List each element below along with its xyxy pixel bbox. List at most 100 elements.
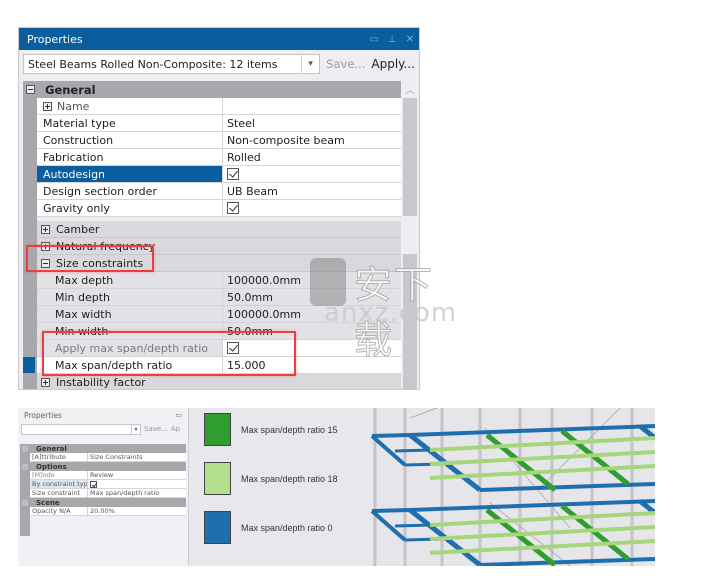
- property-value[interactable]: Size Constraints: [88, 453, 186, 461]
- legend-swatch-green: [204, 413, 231, 446]
- selection-combo-value: Steel Beams Rolled Non-Composite: 12 ite…: [28, 57, 278, 71]
- property-row[interactable]: Gravity only: [37, 200, 401, 217]
- mini-category-general[interactable]: ⊟ General: [20, 444, 186, 453]
- property-key: By constraint type: [30, 480, 88, 488]
- apply-max-span-depth-checkbox[interactable]: [227, 342, 239, 354]
- group-instability-factor[interactable]: Instability factor: [37, 374, 401, 389]
- mini-selection-combo[interactable]: ▾: [21, 423, 141, 435]
- color-legend: Max span/depth ratio 15 Max span/depth r…: [189, 408, 370, 566]
- 3d-model-viewport[interactable]: [370, 408, 655, 566]
- property-key: Max span/depth ratio: [37, 357, 223, 373]
- property-row[interactable]: Max depth 100000.0mm: [37, 272, 401, 289]
- mini-category-scene[interactable]: ⊟ Scene: [20, 498, 186, 507]
- restore-icon[interactable]: ▭: [365, 34, 383, 45]
- legend-item: Max span/depth ratio 18: [204, 462, 338, 495]
- gravity-only-checkbox[interactable]: [227, 202, 239, 214]
- property-value[interactable]: Max span/depth ratio: [88, 489, 186, 497]
- property-value[interactable]: Non-composite beam: [223, 132, 401, 148]
- property-key: Min width: [37, 323, 223, 339]
- light-green-joist: [429, 525, 655, 541]
- group-label: Size constraints: [56, 256, 144, 270]
- property-value[interactable]: 50.0mm: [223, 289, 401, 305]
- property-row[interactable]: Max width 100000.0mm: [37, 306, 401, 323]
- save-button[interactable]: Save...: [326, 57, 365, 71]
- scrollbar-thumb[interactable]: [403, 98, 417, 216]
- property-row[interactable]: Fabrication Rolled: [37, 149, 401, 166]
- legend-swatch-blue: [204, 511, 231, 544]
- expand-icon[interactable]: [41, 224, 50, 234]
- chevron-down-icon[interactable]: ▾: [131, 424, 140, 434]
- property-value[interactable]: 100000.0mm: [223, 272, 401, 288]
- category-general[interactable]: General: [23, 81, 401, 98]
- group-name[interactable]: Name: [37, 98, 401, 115]
- mini-property-row[interactable]: Opacity N/A 20.00%: [30, 507, 186, 516]
- expand-icon[interactable]: [41, 241, 50, 251]
- collapse-icon[interactable]: ⊟: [20, 445, 30, 453]
- blue-beam: [394, 523, 431, 528]
- by-constraint-type-checkbox[interactable]: [90, 480, 97, 488]
- floor-beams: [370, 424, 655, 566]
- mini-property-row[interactable]: [A]ttribute Size Constraints: [30, 453, 186, 462]
- vertical-scrollbar[interactable]: ︿: [401, 81, 419, 389]
- properties-toolbar: Steel Beams Rolled Non-Composite: 12 ite…: [19, 50, 419, 78]
- collapse-icon[interactable]: [41, 258, 50, 268]
- property-key: Max depth: [37, 272, 223, 288]
- property-key: Opacity N/A: [30, 507, 88, 515]
- selection-combo[interactable]: Steel Beams Rolled Non-Composite: 12 ite…: [23, 54, 321, 74]
- group-natural-frequency[interactable]: Natural frequency: [37, 238, 401, 255]
- property-value[interactable]: 20.00%: [88, 507, 186, 515]
- properties-titlebar: Properties ▭ ⊥ ✕: [19, 28, 419, 50]
- property-row[interactable]: Design section order UB Beam: [37, 183, 401, 200]
- property-value[interactable]: Review: [88, 471, 186, 479]
- chevron-down-icon[interactable]: ▾: [301, 55, 319, 73]
- autodesign-checkbox[interactable]: [227, 168, 239, 180]
- property-row[interactable]: Min depth 50.0mm: [37, 289, 401, 306]
- mini-property-row[interactable]: Size constraint Max span/depth ratio: [30, 489, 186, 498]
- apply-button[interactable]: Apply...: [371, 57, 415, 71]
- expand-icon[interactable]: [43, 101, 52, 111]
- property-value[interactable]: Rolled: [223, 149, 401, 165]
- category-label: General: [36, 444, 67, 453]
- group-camber[interactable]: Camber: [37, 221, 401, 238]
- property-value[interactable]: 50.0mm: [223, 323, 401, 339]
- property-row[interactable]: Min width 50.0mm: [37, 323, 401, 340]
- collapse-icon[interactable]: ⊟: [20, 463, 30, 471]
- property-row[interactable]: Apply max span/depth ratio: [37, 340, 401, 357]
- restore-icon[interactable]: ▭: [175, 411, 182, 419]
- light-green-joist: [429, 436, 655, 452]
- close-icon[interactable]: ✕: [401, 34, 419, 45]
- property-value[interactable]: UB Beam: [223, 183, 401, 199]
- property-row[interactable]: Material type Steel: [37, 115, 401, 132]
- mini-panel-title: Properties: [24, 410, 62, 420]
- property-value[interactable]: 100000.0mm: [223, 306, 401, 322]
- scroll-up-icon[interactable]: ︿: [401, 81, 419, 98]
- property-row[interactable]: Max span/depth ratio 15.000: [23, 357, 401, 374]
- mini-property-row[interactable]: [M]ode Review: [30, 471, 186, 480]
- collapse-icon[interactable]: [25, 85, 35, 94]
- property-value[interactable]: 15.000: [223, 357, 401, 373]
- mini-save-button[interactable]: Save...: [144, 425, 168, 433]
- group-label: Name: [57, 99, 90, 113]
- group-size-constraints[interactable]: Size constraints: [37, 255, 401, 272]
- mini-category-options[interactable]: ⊟ Options: [20, 462, 186, 471]
- blue-girder: [371, 508, 411, 513]
- legend-item: Max span/depth ratio 15: [204, 413, 338, 446]
- blue-girder: [371, 433, 411, 438]
- property-key: Autodesign: [37, 166, 223, 182]
- group-label: Camber: [56, 222, 100, 236]
- expand-icon[interactable]: [41, 377, 50, 387]
- light-green-joist: [429, 450, 655, 466]
- pin-icon[interactable]: ⊥: [383, 34, 401, 45]
- property-row[interactable]: Construction Non-composite beam: [37, 132, 401, 149]
- blue-girder: [409, 424, 655, 437]
- property-key: Size constraint: [30, 489, 88, 497]
- legend-label: Max span/depth ratio 18: [241, 473, 338, 484]
- mini-property-row[interactable]: By constraint type: [30, 480, 186, 489]
- property-row-selected[interactable]: Autodesign: [37, 166, 401, 183]
- property-value[interactable]: Steel: [223, 115, 401, 131]
- property-key: Max width: [37, 306, 223, 322]
- mini-apply-button[interactable]: Ap: [171, 425, 180, 433]
- property-key: Design section order: [37, 183, 223, 199]
- property-key: Apply max span/depth ratio: [37, 340, 223, 356]
- collapse-icon[interactable]: ⊟: [20, 499, 30, 507]
